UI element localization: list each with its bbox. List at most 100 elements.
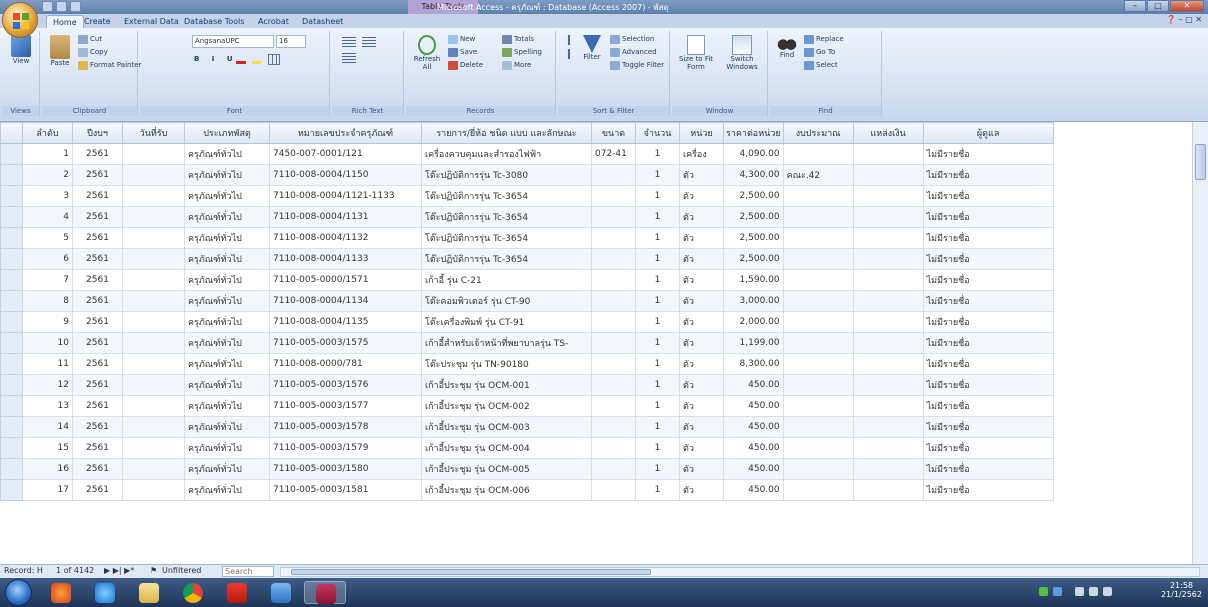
table-row[interactable]: 2 2561 ครุภัณฑ์ทั่วไป 7110-008-0004/1150 โต๊… (0, 164, 1054, 186)
table-cell[interactable]: 450.00 (723, 479, 784, 501)
table-cell[interactable] (852, 143, 924, 165)
record-selector[interactable] (0, 227, 23, 249)
record-selector[interactable] (0, 395, 23, 417)
table-cell[interactable]: ตัว (679, 227, 724, 249)
table-cell[interactable]: 1 (635, 164, 680, 186)
table-cell[interactable] (782, 311, 854, 333)
table-cell[interactable]: ครุภัณฑ์ทั่วไป (184, 311, 270, 333)
table-cell[interactable] (122, 290, 185, 312)
table-row[interactable]: 6 2561 ครุภัณฑ์ทั่วไป 7110-008-0004/1133 โต๊… (0, 248, 1054, 270)
record-selector[interactable] (0, 164, 23, 186)
bullets-icon[interactable] (342, 53, 356, 63)
table-cell[interactable]: ตัว (679, 185, 724, 207)
table-row[interactable]: 3 2561 ครุภัณฑ์ทั่วไป 7110-008-0004/1121-11… (0, 185, 1054, 207)
close-button[interactable]: ✕ (1170, 0, 1204, 12)
table-cell[interactable]: ครุภัณฑ์ทั่วไป (184, 458, 270, 480)
table-cell[interactable] (591, 416, 636, 438)
table-cell[interactable] (782, 353, 854, 375)
table-cell[interactable] (591, 458, 636, 480)
table-cell[interactable] (782, 374, 854, 396)
table-row[interactable]: 9 2561 ครุภัณฑ์ทั่วไป 7110-008-0004/1135 โต๊… (0, 311, 1054, 333)
table-cell[interactable] (852, 164, 924, 186)
filter-button[interactable]: Filter (578, 35, 606, 61)
table-row[interactable]: 10 2561 ครุภัณฑ์ทั่วไป 7110-005-0003/1575 เก… (0, 332, 1054, 354)
table-cell[interactable]: 4,090.00 (723, 143, 784, 165)
column-header[interactable]: ลำดับ (22, 122, 73, 144)
table-cell[interactable] (782, 479, 854, 501)
table-cell[interactable]: 2561 (72, 290, 123, 312)
table-cell[interactable]: 4,300.00 (723, 164, 784, 186)
table-cell[interactable]: 17 (22, 479, 73, 501)
table-cell[interactable] (782, 458, 854, 480)
table-cell[interactable] (852, 437, 924, 459)
column-header[interactable]: ราคาต่อหน่วย (723, 122, 784, 144)
scroll-thumb[interactable] (1195, 144, 1206, 180)
office-button[interactable] (2, 2, 38, 38)
table-row[interactable]: 7 2561 ครุภัณฑ์ทั่วไป 7110-005-0000/1571 เก้… (0, 269, 1054, 291)
table-row[interactable]: 12 2561 ครุภัณฑ์ทั่วไป 7110-005-0003/1576 เก… (0, 374, 1054, 396)
table-cell[interactable] (122, 143, 185, 165)
tab-external-data[interactable]: External Data (124, 15, 179, 28)
table-cell[interactable]: ไม่มีรายชื่อ (922, 269, 1054, 291)
record-selector[interactable] (0, 143, 23, 165)
filter-status[interactable]: Unfiltered (162, 566, 201, 575)
table-cell[interactable]: 7110-008-0004/1135 (269, 311, 422, 333)
size-to-fit-button[interactable]: Size to Fit Form (676, 35, 716, 71)
column-header[interactable]: หมายเลขประจำครุภัณฑ์ (269, 122, 422, 144)
table-cell[interactable]: ครุภัณฑ์ทั่วไป (184, 206, 270, 228)
table-cell[interactable]: ตัว (679, 479, 724, 501)
table-cell[interactable] (782, 185, 854, 207)
table-cell[interactable]: ไม่มีรายชื่อ (922, 395, 1054, 417)
table-cell[interactable] (852, 248, 924, 270)
table-row[interactable]: 14 2561 ครุภัณฑ์ทั่วไป 7110-005-0003/1578 เก… (0, 416, 1054, 438)
save-record-button[interactable]: Save (448, 46, 477, 58)
sort-ascending-icon[interactable] (564, 35, 574, 45)
table-cell[interactable]: ไม่มีรายชื่อ (922, 353, 1054, 375)
taskbar-firefox[interactable] (40, 581, 82, 604)
network-icon[interactable] (1039, 587, 1048, 596)
table-cell[interactable]: 072-41 (591, 143, 636, 165)
copy-button[interactable]: Copy (78, 46, 108, 58)
table-cell[interactable]: ตัว (679, 311, 724, 333)
table-cell[interactable] (122, 332, 185, 354)
table-cell[interactable]: 16 (22, 458, 73, 480)
totals-button[interactable]: Totals (502, 33, 534, 45)
table-cell[interactable]: ครุภัณฑ์ทั่วไป (184, 395, 270, 417)
table-cell[interactable]: 2561 (72, 248, 123, 270)
table-cell[interactable]: 2561 (72, 164, 123, 186)
column-header[interactable]: จำนวน (635, 122, 680, 144)
volume-icon[interactable] (1103, 587, 1112, 596)
table-cell[interactable]: 2561 (72, 353, 123, 375)
table-cell[interactable] (852, 458, 924, 480)
horizontal-scrollbar[interactable] (280, 567, 1200, 577)
taskbar-explorer[interactable] (128, 581, 170, 604)
table-cell[interactable] (852, 206, 924, 228)
table-cell[interactable] (782, 143, 854, 165)
table-cell[interactable] (782, 437, 854, 459)
table-cell[interactable]: ครุภัณฑ์ทั่วไป (184, 332, 270, 354)
taskbar-access[interactable] (304, 581, 346, 604)
view-button[interactable]: View (6, 35, 36, 65)
paste-button[interactable]: Paste (46, 35, 74, 67)
table-cell[interactable]: 450.00 (723, 437, 784, 459)
table-cell[interactable] (782, 248, 854, 270)
table-cell[interactable] (852, 290, 924, 312)
table-cell[interactable]: 3,000.00 (723, 290, 784, 312)
table-cell[interactable]: 1 (635, 206, 680, 228)
table-cell[interactable]: 450.00 (723, 395, 784, 417)
table-cell[interactable] (122, 206, 185, 228)
record-selector[interactable] (0, 269, 23, 291)
flag-icon[interactable] (1089, 587, 1098, 596)
table-cell[interactable]: 1,199.00 (723, 332, 784, 354)
table-cell[interactable]: คณะ.42 (782, 164, 854, 186)
record-selector[interactable] (0, 353, 23, 375)
table-cell[interactable]: ไม่มีรายชื่อ (922, 416, 1054, 438)
table-cell[interactable]: 2561 (72, 332, 123, 354)
table-cell[interactable]: 7110-008-0004/1131 (269, 206, 422, 228)
table-cell[interactable]: 2561 (72, 479, 123, 501)
table-cell[interactable] (782, 269, 854, 291)
table-cell[interactable]: ไม่มีรายชื่อ (922, 332, 1054, 354)
table-cell[interactable]: 7110-005-0003/1576 (269, 374, 422, 396)
table-cell[interactable]: 7110-005-0000/1571 (269, 269, 422, 291)
table-cell[interactable]: 3 (22, 185, 73, 207)
